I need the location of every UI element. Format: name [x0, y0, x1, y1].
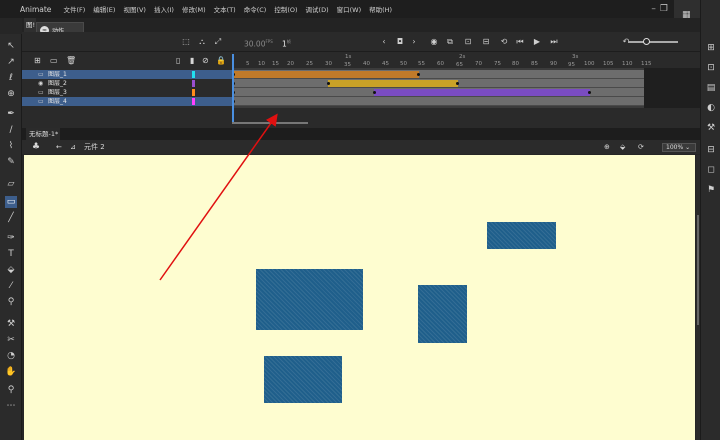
annotation-arrow [159, 113, 278, 281]
arrow-line [159, 113, 278, 281]
